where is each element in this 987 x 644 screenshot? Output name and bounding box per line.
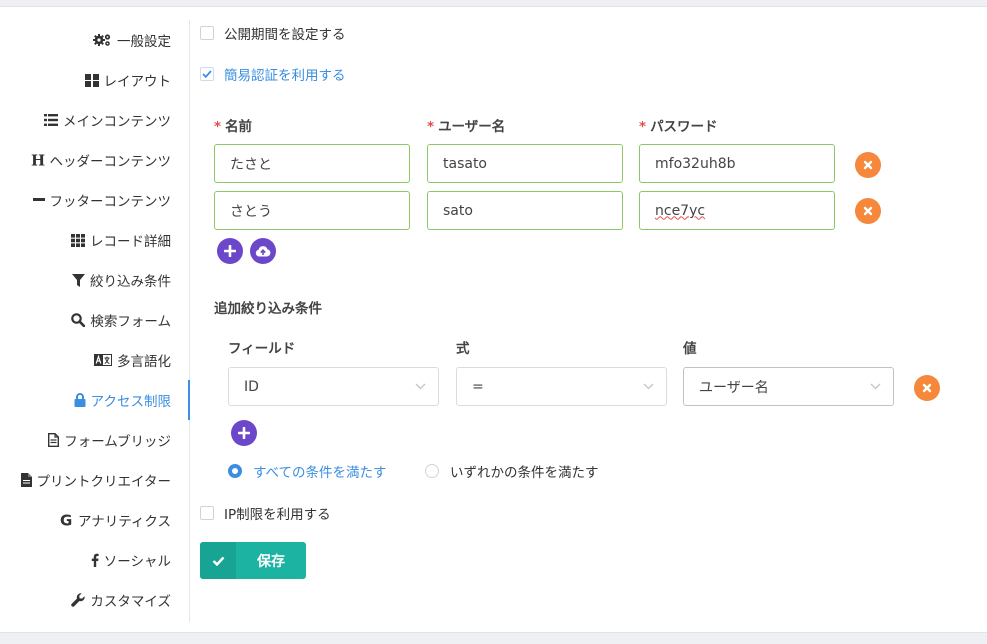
close-icon xyxy=(863,160,873,170)
top-bar xyxy=(0,0,987,7)
close-icon xyxy=(863,206,873,216)
table-grid-icon xyxy=(71,233,85,247)
filter-operator-select[interactable]: = xyxy=(456,367,667,406)
sidebar-active-indicator xyxy=(188,380,190,420)
column-header-value: 値 xyxy=(683,341,697,357)
upload-users-button[interactable] xyxy=(250,238,276,264)
radio-dot[interactable] xyxy=(228,464,242,478)
checkbox-box[interactable] xyxy=(200,67,214,81)
add-user-button[interactable] xyxy=(217,238,243,264)
heading-icon: H xyxy=(31,153,45,167)
chevron-down-icon xyxy=(415,383,426,390)
add-filter-button[interactable] xyxy=(231,420,257,446)
match-all-radio[interactable]: すべての条件を満たす xyxy=(228,461,387,481)
translate-icon xyxy=(94,354,112,366)
sidebar-item-footer-content[interactable]: フッターコンテンツ xyxy=(32,189,171,211)
column-header-name: * 名前 xyxy=(214,119,253,135)
sidebar: 一般設定 レイアウト メインコンテンツ H ヘッダーコンテンツ フッターコンテン… xyxy=(0,20,190,622)
chevron-down-icon xyxy=(870,383,881,390)
list-icon xyxy=(44,114,58,126)
google-icon: G xyxy=(60,513,72,527)
plus-icon xyxy=(238,427,250,439)
sidebar-item-header-content[interactable]: H ヘッダーコンテンツ xyxy=(31,149,172,171)
match-any-radio[interactable]: いずれかの条件を満たす xyxy=(425,461,599,481)
user-password-input[interactable]: mfo32uh8b xyxy=(639,144,835,183)
document-icon xyxy=(48,433,60,447)
lock-icon xyxy=(74,393,86,407)
column-header-field: フィールド xyxy=(228,341,296,357)
filter-value-select[interactable]: ユーザー名 xyxy=(683,367,894,406)
remove-user-button[interactable] xyxy=(855,198,881,224)
radio-dot[interactable] xyxy=(425,464,439,478)
sidebar-item-record-detail[interactable]: レコード詳細 xyxy=(71,229,171,251)
remove-user-button[interactable] xyxy=(855,152,881,178)
sidebar-item-form-bridge[interactable]: フォームブリッジ xyxy=(48,429,171,451)
checkbox-box[interactable] xyxy=(200,26,214,40)
publish-period-checkbox[interactable]: 公開期間を設定する xyxy=(200,23,346,43)
column-header-password: * パスワード xyxy=(639,119,718,135)
check-icon xyxy=(202,70,212,78)
file-icon xyxy=(20,473,32,487)
sidebar-item-general[interactable]: 一般設定 xyxy=(93,29,171,51)
user-name-input[interactable]: たさと xyxy=(214,144,410,183)
sidebar-item-analytics[interactable]: G アナリティクス xyxy=(60,509,171,531)
sidebar-item-multilingual[interactable]: 多言語化 xyxy=(94,349,171,371)
remove-filter-button[interactable] xyxy=(914,375,940,401)
sidebar-item-filter-conditions[interactable]: 絞り込み条件 xyxy=(72,269,171,291)
facebook-icon xyxy=(91,553,99,567)
sidebar-item-customize[interactable]: カスタマイズ xyxy=(71,589,171,611)
minus-icon xyxy=(32,198,45,201)
gears-icon xyxy=(93,34,111,46)
filter-field-select[interactable]: ID xyxy=(228,367,439,406)
sidebar-item-social[interactable]: ソーシャル xyxy=(91,549,171,571)
extra-filter-title: 追加絞り込み条件 xyxy=(214,301,322,317)
bottom-bar xyxy=(0,632,987,644)
user-username-input[interactable]: sato xyxy=(427,191,623,230)
chevron-down-icon xyxy=(643,383,654,390)
user-password-input[interactable]: nce7yc xyxy=(639,191,835,230)
column-header-username: * ユーザー名 xyxy=(427,119,506,135)
sidebar-item-search-form[interactable]: 検索フォーム xyxy=(71,309,171,331)
ip-restriction-checkbox[interactable]: IP制限を利用する xyxy=(200,503,331,523)
search-icon xyxy=(71,313,86,327)
user-name-input[interactable]: さとう xyxy=(214,191,410,230)
sidebar-item-print-creator[interactable]: プリントクリエイター xyxy=(20,469,171,491)
sidebar-item-access-restriction[interactable]: アクセス制限 xyxy=(74,389,171,411)
wrench-icon xyxy=(71,593,86,607)
save-button[interactable]: 保存 xyxy=(200,542,306,579)
user-username-input[interactable]: tasato xyxy=(427,144,623,183)
svg-text:H: H xyxy=(31,153,45,167)
checkbox-box[interactable] xyxy=(200,506,214,520)
cloud-upload-icon xyxy=(255,246,271,257)
filter-icon xyxy=(72,273,85,287)
svg-text:G: G xyxy=(60,513,72,527)
basic-auth-checkbox[interactable]: 簡易認証を利用する xyxy=(200,64,346,84)
check-icon xyxy=(200,542,236,579)
layout-grid-icon xyxy=(84,73,99,87)
sidebar-item-layout[interactable]: レイアウト xyxy=(84,69,171,91)
close-icon xyxy=(922,383,932,393)
column-header-operator: 式 xyxy=(456,341,470,357)
sidebar-item-main-content[interactable]: メインコンテンツ xyxy=(44,109,171,131)
plus-icon xyxy=(224,245,236,257)
